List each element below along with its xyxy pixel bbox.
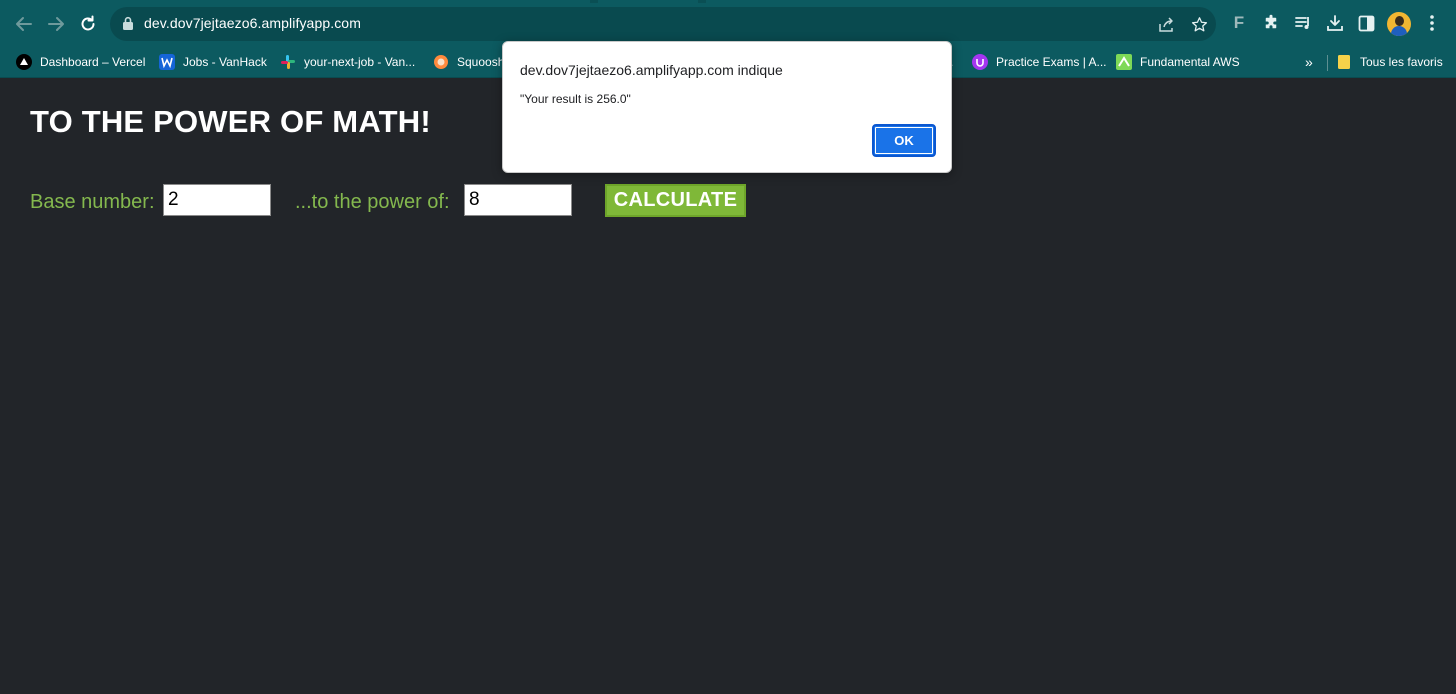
bookmark-label: Practice Exams | A...: [996, 55, 1107, 69]
share-icon[interactable]: [1157, 15, 1175, 33]
udemy-icon: [972, 54, 988, 70]
bookmark-udemy[interactable]: Practice Exams | A...: [972, 51, 1106, 73]
bookmark-label: Dashboard – Vercel: [40, 55, 146, 69]
vercel-icon: [16, 54, 32, 70]
alert-dialog: dev.dov7jejtaezo6.amplifyapp.com indique…: [502, 41, 952, 173]
dialog-title: dev.dov7jejtaezo6.amplifyapp.com indique: [520, 62, 783, 78]
avatar[interactable]: [1387, 12, 1411, 36]
bookmark-label: your-next-job - Van...: [304, 55, 416, 69]
puzzle-icon[interactable]: [1260, 12, 1282, 34]
power-input[interactable]: [464, 184, 572, 216]
kebab-menu-icon[interactable]: [1421, 12, 1443, 34]
bookmark-slack[interactable]: your-next-job - Van...: [280, 51, 415, 73]
bookmarks-divider: [1327, 55, 1328, 71]
folder-icon: [1336, 54, 1352, 70]
lock-icon[interactable]: [122, 16, 134, 36]
url-text[interactable]: dev.dov7jejtaezo6.amplifyapp.com: [144, 15, 361, 31]
address-bar[interactable]: dev.dov7jejtaezo6.amplifyapp.com: [110, 7, 1216, 41]
squoosh-icon: [433, 54, 449, 70]
bookmark-label: Squoosh: [457, 55, 505, 69]
reload-icon[interactable]: [76, 12, 100, 36]
forward-arrow-icon[interactable]: [44, 12, 68, 36]
chevron-double-right-icon: »: [1305, 54, 1313, 70]
aws-course-icon: [1116, 54, 1132, 70]
slack-icon: [280, 54, 296, 70]
tab-edge: [698, 0, 706, 3]
bookmark-vanhack[interactable]: Jobs - VanHack: [159, 51, 267, 73]
power-label: ...to the power of:: [295, 191, 450, 213]
browser-toolbar: dev.dov7jejtaezo6.amplifyapp.com F: [0, 0, 1456, 46]
base-number-label: Base number:: [30, 191, 155, 213]
dialog-message: "Your result is 256.0": [520, 92, 631, 106]
extension-f-letter: F: [1233, 13, 1245, 32]
tab-edge: [590, 0, 598, 3]
ok-button[interactable]: OK: [872, 124, 936, 157]
side-panel-icon[interactable]: [1355, 12, 1377, 34]
bookmark-label: Fundamental AWS: [1140, 55, 1240, 69]
calculate-button[interactable]: CALCULATE: [605, 184, 746, 217]
bookmark-vercel[interactable]: Dashboard – Vercel: [16, 51, 145, 73]
bookmark-label: Tous les favoris: [1360, 55, 1443, 69]
star-icon[interactable]: [1190, 15, 1208, 33]
bookmark-squoosh[interactable]: Squoosh: [433, 51, 504, 73]
all-bookmarks-folder[interactable]: Tous les favoris: [1336, 51, 1443, 73]
avatar-head: [1395, 16, 1404, 26]
media-queue-icon[interactable]: [1292, 12, 1314, 34]
extension-f-icon[interactable]: F: [1228, 12, 1250, 34]
vanhack-icon: [159, 54, 175, 70]
back-arrow-icon[interactable]: [12, 12, 36, 36]
bookmark-aws[interactable]: Fundamental AWS: [1116, 51, 1240, 73]
bookmarks-overflow-button[interactable]: »: [1305, 51, 1313, 73]
bookmark-label: Jobs - VanHack: [183, 55, 267, 69]
page-title: TO THE POWER OF MATH!: [30, 104, 431, 139]
base-number-input[interactable]: [163, 184, 271, 216]
avatar-body: [1391, 26, 1407, 36]
download-icon[interactable]: [1324, 12, 1346, 34]
